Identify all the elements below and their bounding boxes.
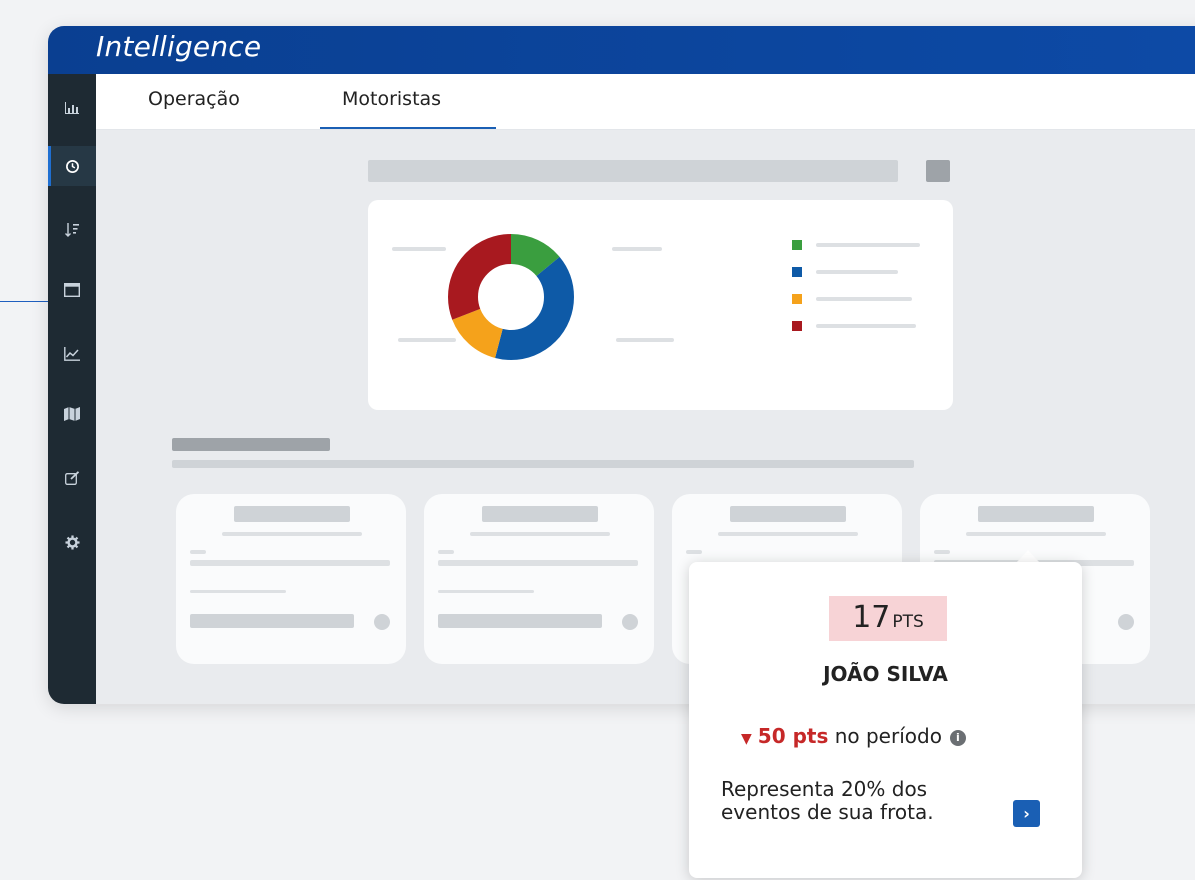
score-unit: PTS [892, 612, 924, 632]
legend-label-placeholder [816, 270, 898, 274]
card-line-placeholder [222, 532, 362, 536]
tab-operacao[interactable]: Operação [148, 88, 240, 110]
edit-icon[interactable] [48, 458, 96, 498]
card-line-placeholder [190, 560, 390, 566]
card-line-placeholder [934, 550, 950, 554]
score-value: 17 [852, 600, 891, 635]
sort-icon[interactable] [48, 210, 96, 250]
section-title-placeholder [172, 438, 330, 451]
label-placeholder [612, 247, 662, 251]
donut-chart [448, 234, 574, 360]
gear-icon[interactable] [48, 522, 96, 562]
card-title-placeholder [978, 506, 1094, 522]
card-value-placeholder [190, 614, 354, 628]
history-icon[interactable] [48, 146, 96, 186]
legend-label-placeholder [816, 243, 920, 247]
driver-score-popup: 17 PTS JOÃO SILVA ▼ 50 pts no período i Rep… [689, 562, 1082, 878]
card-line-placeholder [966, 532, 1106, 536]
card-title-placeholder [234, 506, 350, 522]
tab-bar: Operação Motoristas [96, 74, 1195, 130]
caret-down-icon: ▼ [741, 731, 752, 747]
map-icon[interactable] [48, 394, 96, 434]
card-line-placeholder [190, 590, 286, 593]
legend-swatch [792, 294, 802, 304]
delta-suffix: no período [834, 724, 942, 748]
chart-title-placeholder [368, 160, 898, 182]
popup-description: Representa 20% dos eventos de sua frota. [721, 777, 934, 824]
card-line-placeholder [438, 560, 638, 566]
section-subtitle-placeholder [172, 460, 914, 468]
chart-card [368, 200, 953, 410]
label-placeholder [392, 247, 446, 251]
card-action-dot[interactable] [1118, 614, 1134, 630]
active-tab-indicator [320, 127, 496, 129]
score-badge: 17 PTS [829, 596, 947, 641]
card-action-dot[interactable] [374, 614, 390, 630]
card-line-placeholder [190, 550, 206, 554]
label-placeholder [616, 338, 674, 342]
driver-card[interactable] [176, 494, 406, 664]
line-chart-icon[interactable] [48, 334, 96, 374]
card-line-placeholder [718, 532, 858, 536]
bar-chart-icon[interactable] [48, 88, 96, 128]
card-title-placeholder [730, 506, 846, 522]
card-action-dot[interactable] [622, 614, 638, 630]
chart-menu-button[interactable] [926, 160, 950, 182]
card-value-placeholder [438, 614, 602, 628]
connector-line [0, 301, 48, 302]
card-line-placeholder [438, 550, 454, 554]
card-title-placeholder [482, 506, 598, 522]
legend-swatch [792, 321, 802, 331]
delta-value: 50 pts [757, 724, 829, 748]
card-line-placeholder [686, 550, 702, 554]
legend-label-placeholder [816, 297, 912, 301]
app-title: Intelligence [96, 30, 262, 63]
tab-motoristas[interactable]: Motoristas [342, 88, 441, 110]
title-bar: Intelligence [48, 26, 1195, 74]
legend-swatch [792, 240, 802, 250]
score-delta: ▼ 50 pts no período i [741, 724, 966, 748]
chevron-right-icon[interactable]: › [1013, 800, 1040, 827]
card-line-placeholder [470, 532, 610, 536]
driver-card[interactable] [424, 494, 654, 664]
info-icon[interactable]: i [949, 730, 966, 746]
card-line-placeholder [438, 590, 534, 593]
sidebar [48, 74, 96, 704]
driver-name: JOÃO SILVA [823, 662, 948, 686]
legend-swatch [792, 267, 802, 277]
calendar-icon[interactable] [48, 270, 96, 310]
legend-label-placeholder [816, 324, 916, 328]
